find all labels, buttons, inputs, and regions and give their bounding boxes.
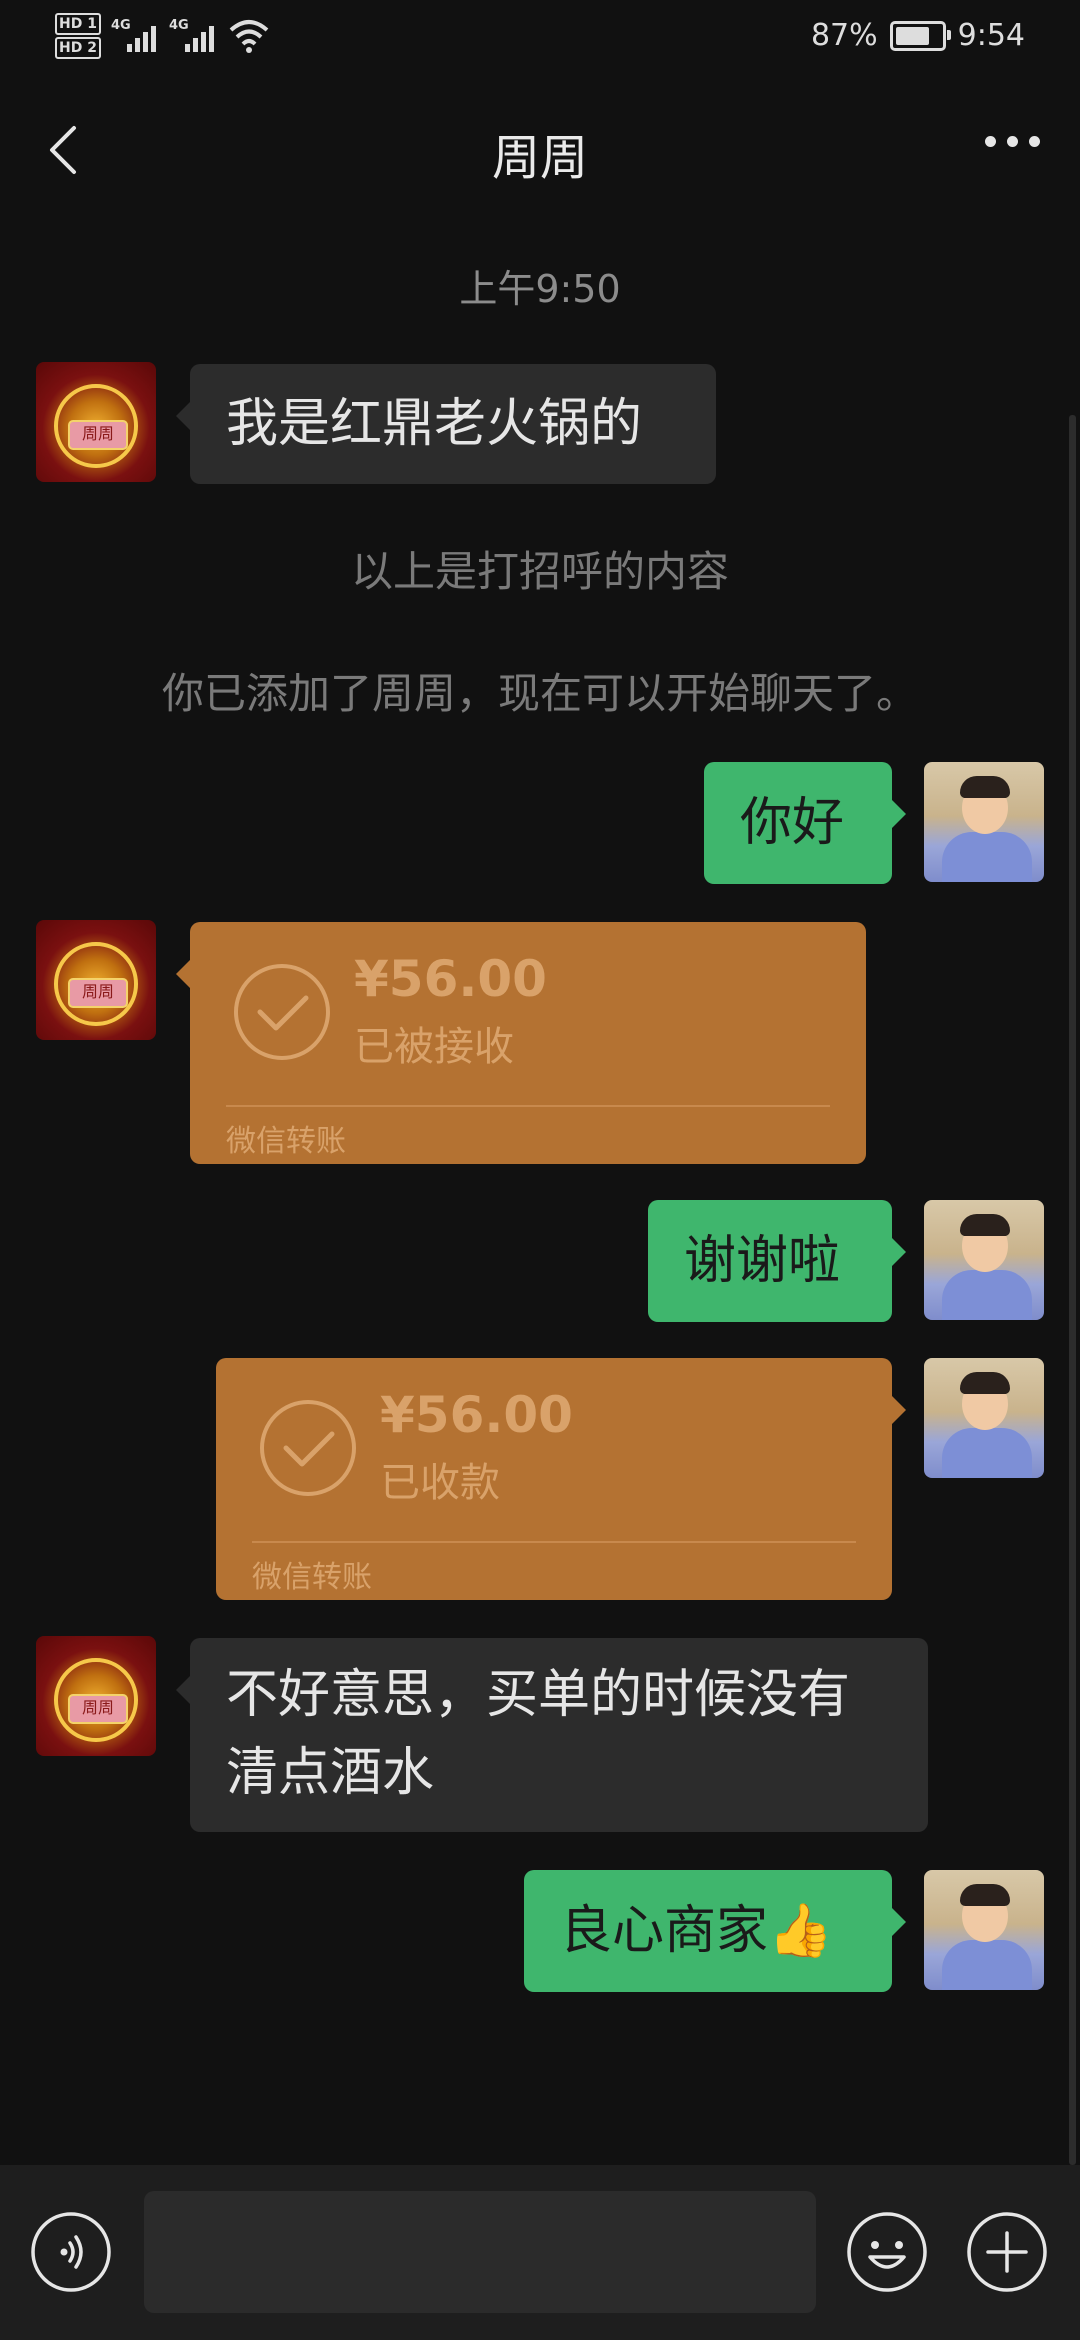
transfer-card-received[interactable]: ¥56.00 已被接收 微信转账 — [176, 922, 866, 1164]
my-avatar[interactable] — [924, 1358, 1044, 1478]
my-avatar[interactable] — [924, 762, 1044, 882]
signal-2-icon: 4G — [169, 16, 217, 56]
contact-avatar[interactable]: 周周 — [36, 1636, 156, 1756]
wifi-icon — [229, 20, 269, 53]
transfer-divider — [226, 1105, 830, 1107]
chat-header: 周周 — [0, 100, 1080, 200]
status-right: 87% 9:54 — [811, 18, 1025, 53]
clock: 9:54 — [957, 18, 1025, 53]
avatar-plate-text: 周周 — [68, 1694, 128, 1724]
transfer-label: 微信转账 — [226, 1124, 346, 1159]
check-circle-icon — [260, 1400, 356, 1496]
transfer-amount: ¥56.00 — [354, 950, 547, 1008]
emoji-icon[interactable] — [846, 2211, 928, 2293]
message-bubble-sent[interactable]: 良心商家👍 — [524, 1870, 906, 1992]
check-circle-icon — [234, 964, 330, 1060]
input-bar — [0, 2165, 1080, 2340]
system-message: 以上是打招呼的内容 — [350, 547, 729, 596]
signal-1-icon: 4G — [111, 16, 159, 56]
my-avatar[interactable] — [924, 1200, 1044, 1320]
chat-title: 周周 — [491, 130, 588, 186]
my-avatar[interactable] — [924, 1870, 1044, 1990]
plus-icon[interactable] — [966, 2211, 1048, 2293]
hd2-badge: HD 2 — [55, 37, 101, 59]
battery-icon — [889, 20, 951, 51]
battery-percent: 87% — [810, 18, 878, 53]
more-dots-icon[interactable] — [985, 136, 1040, 147]
message-timestamp: 上午9:50 — [459, 267, 621, 311]
message-input[interactable] — [144, 2191, 816, 2313]
message-line-2: 清点酒水 — [226, 1743, 435, 1803]
contact-avatar[interactable]: 周周 — [36, 362, 156, 482]
system-message: 你已添加了周周，现在可以开始聊天了。 — [161, 669, 918, 718]
message-bubble-received[interactable]: 我是红鼎老火锅的 — [176, 364, 716, 484]
contact-avatar[interactable]: 周周 — [36, 920, 156, 1040]
message-line-1: 不好意思，买单的时候没有 — [226, 1665, 851, 1725]
message-bubble-sent[interactable]: 你好 — [704, 762, 906, 884]
transfer-divider — [252, 1541, 856, 1543]
avatar-plate-text: 周周 — [68, 978, 128, 1008]
transfer-status: 已收款 — [380, 1460, 500, 1506]
transfer-amount: ¥56.00 — [380, 1386, 573, 1444]
message-bubble-sent[interactable]: 谢谢啦 — [648, 1200, 906, 1322]
transfer-status: 已被接收 — [354, 1024, 514, 1070]
transfer-card-sent[interactable]: ¥56.00 已收款 微信转账 — [216, 1358, 906, 1600]
hd1-badge: HD 1 — [55, 13, 101, 35]
status-bar: HD 1 HD 2 4G 4G 87% 9:54 — [0, 0, 1080, 75]
transfer-label: 微信转账 — [252, 1560, 372, 1595]
network-indicators: HD 1 HD 2 4G 4G — [55, 12, 271, 60]
voice-icon[interactable] — [30, 2211, 112, 2293]
avatar-plate-text: 周周 — [68, 420, 128, 450]
message-bubble-received[interactable]: 不好意思，买单的时候没有 清点酒水 — [176, 1638, 928, 1832]
hd-badges: HD 1 HD 2 — [55, 12, 101, 60]
